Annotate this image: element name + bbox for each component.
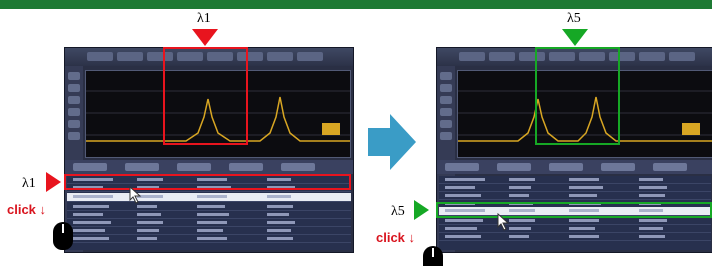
lambda5-peak-highlight: [535, 47, 620, 145]
header-bar: [0, 0, 712, 9]
cursor-pointer-icon: [129, 186, 142, 204]
click-label-left: click ↓: [7, 202, 47, 217]
lambda5-side-marker: [414, 200, 429, 220]
mouse-icon: [53, 222, 73, 250]
lambda1-side-marker: [46, 172, 61, 192]
selected-row-lambda1[interactable]: [67, 193, 351, 202]
lambda5-side-label: λ5: [391, 204, 405, 219]
measurement-bar: [65, 160, 353, 174]
lambda5-top-label: λ5: [567, 11, 581, 26]
measurement-bar: [437, 160, 712, 174]
click-label-right: click ↓: [376, 230, 416, 245]
lambda1-top-label: λ1: [197, 11, 211, 26]
lambda5-row-highlight: [436, 202, 712, 218]
cursor-pointer-icon: [497, 213, 510, 231]
lambda5-top-marker: [562, 29, 588, 46]
lambda1-peak-highlight: [163, 47, 248, 145]
right-arrow-icon: [368, 114, 416, 170]
lambda1-top-marker: [192, 29, 218, 46]
lambda1-side-label: λ1: [22, 176, 36, 191]
lambda1-row-highlight: [64, 174, 351, 190]
mouse-icon: [423, 246, 443, 266]
